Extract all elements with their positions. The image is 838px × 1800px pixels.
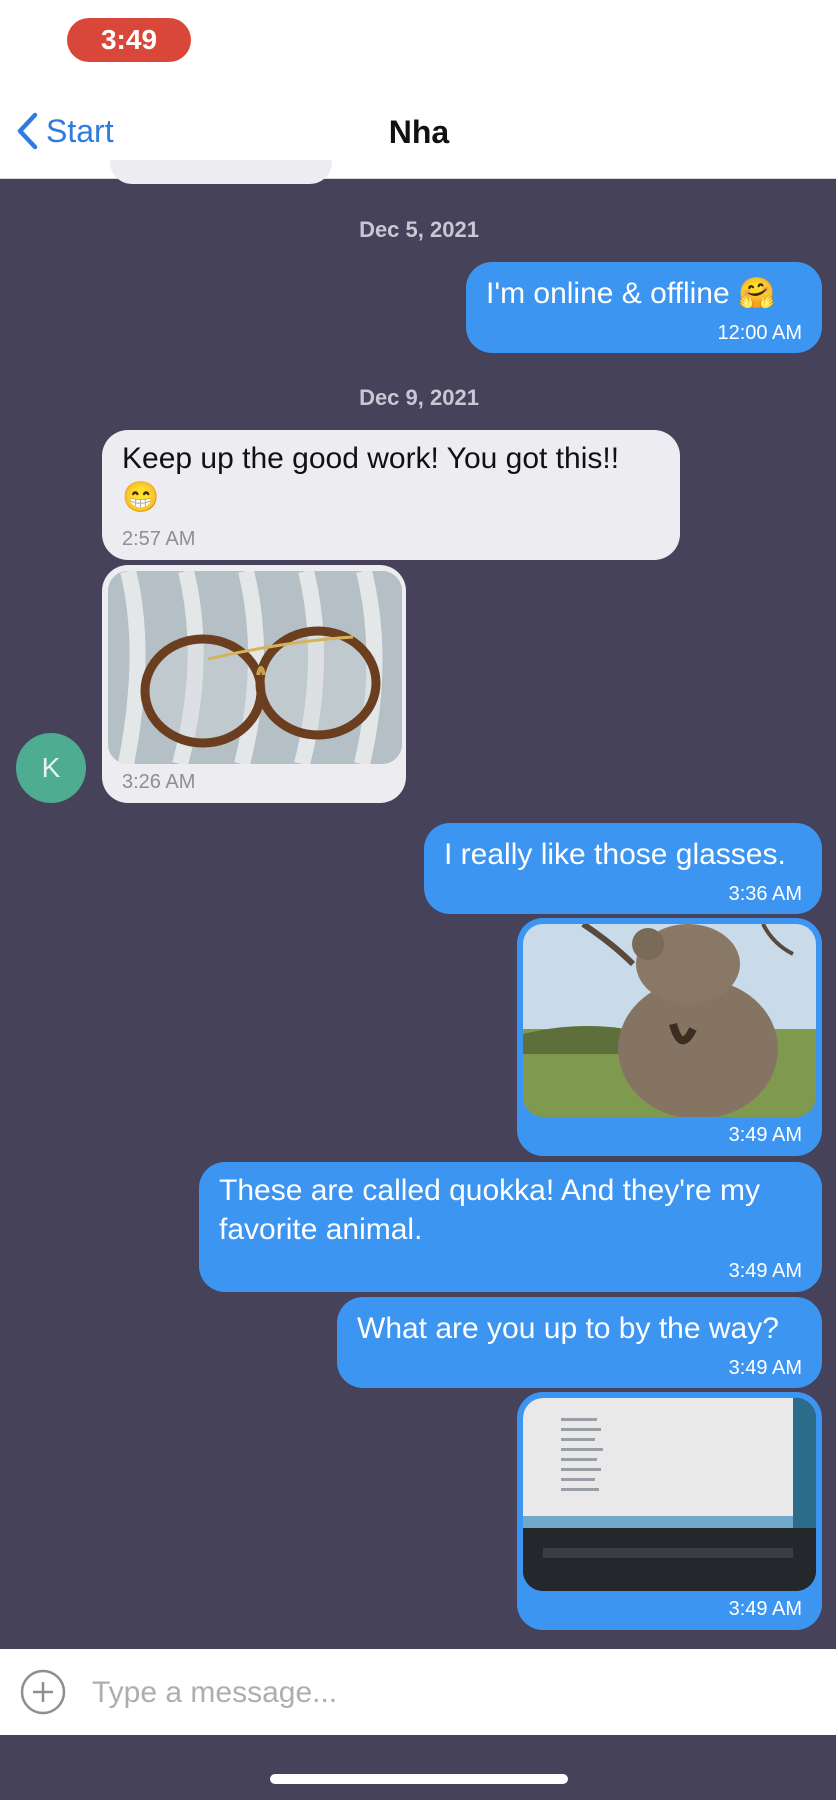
message-outgoing[interactable]: These are called quokka! And they're my … bbox=[199, 1162, 822, 1292]
message-time: 12:00 AM bbox=[717, 322, 802, 344]
message-time: 3:49 AM bbox=[728, 1124, 802, 1146]
quokka-photo[interactable] bbox=[523, 924, 816, 1117]
message-outgoing-photo[interactable]: 3:49 AM bbox=[517, 918, 822, 1156]
message-outgoing[interactable]: What are you up to by the way? 3:49 AM bbox=[337, 1297, 822, 1388]
message-time: 3:49 AM bbox=[728, 1357, 802, 1379]
message-text: These are called quokka! And they're my … bbox=[219, 1174, 761, 1246]
laptop-photo[interactable] bbox=[523, 1398, 816, 1591]
previous-message-bubble bbox=[110, 160, 332, 184]
message-outgoing-photo[interactable]: 3:49 AM bbox=[517, 1392, 822, 1630]
message-incoming-photo[interactable]: 3:26 AM bbox=[102, 565, 406, 803]
message-text: I'm online & offline 🤗 bbox=[486, 277, 776, 310]
message-text: What are you up to by the way? bbox=[357, 1312, 779, 1345]
avatar[interactable]: K bbox=[16, 733, 86, 803]
conversation-title: Nha bbox=[388, 114, 450, 150]
message-time: 3:36 AM bbox=[728, 883, 802, 905]
status-time: 3:49 bbox=[67, 18, 191, 62]
status-bar: 3:49 bbox=[0, 0, 838, 80]
message-outgoing[interactable]: I'm online & offline 🤗 12:00 AM bbox=[466, 262, 822, 353]
message-time: 3:49 AM bbox=[728, 1598, 802, 1620]
add-attachment-icon[interactable] bbox=[20, 1669, 66, 1715]
message-time: 2:57 AM bbox=[122, 528, 196, 550]
home-indicator[interactable] bbox=[270, 1774, 568, 1784]
message-outgoing[interactable]: I really like those glasses. 3:36 AM bbox=[424, 823, 822, 914]
composer-bar bbox=[0, 1649, 836, 1735]
message-text: Keep up the good work! You got this!! 😁 bbox=[122, 442, 620, 514]
message-time: 3:26 AM bbox=[122, 771, 196, 793]
message-text: I really like those glasses. bbox=[444, 838, 786, 871]
date-separator: Dec 5, 2021 bbox=[359, 217, 479, 242]
message-time: 3:49 AM bbox=[728, 1260, 802, 1282]
date-separator: Dec 9, 2021 bbox=[359, 385, 479, 410]
message-input[interactable] bbox=[90, 1665, 814, 1721]
message-incoming[interactable]: Keep up the good work! You got this!! 😁 … bbox=[102, 430, 680, 560]
glasses-photo[interactable] bbox=[108, 571, 402, 764]
